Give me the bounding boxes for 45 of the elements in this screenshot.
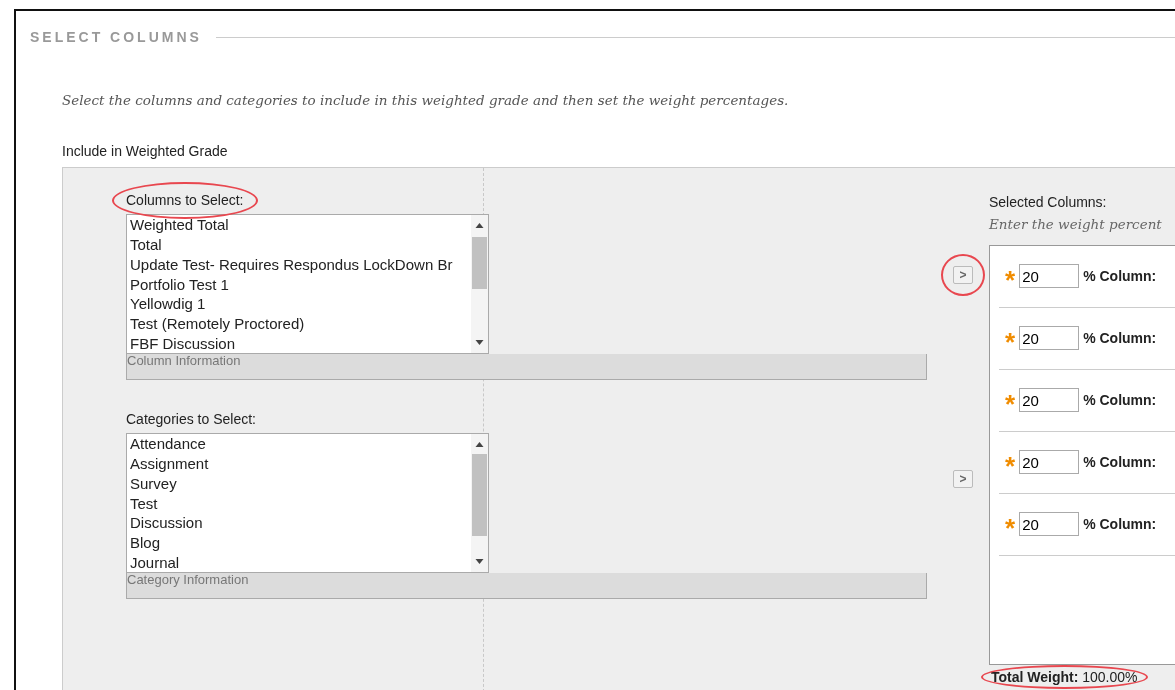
weight-field[interactable]: 20 xyxy=(1019,512,1080,536)
total-weight-text: Total Weight: 100.00% xyxy=(991,668,1138,685)
column-label: % Column: xyxy=(1083,328,1157,348)
list-item[interactable]: Weighted Total xyxy=(130,215,471,236)
list-label: Categories to Select: xyxy=(126,410,256,430)
list-item[interactable]: Test xyxy=(130,493,471,514)
list-item[interactable]: Yellowdig 1 xyxy=(130,294,471,315)
field-label: Include in Weighted Grade xyxy=(62,142,229,162)
column-label: % Column: xyxy=(1083,390,1157,410)
weight-field[interactable]: 20 xyxy=(1019,450,1080,474)
list-box[interactable]: Weighted Total Total Update Test- Requires Respondus LockDown Br Portfolio Test 1 Yellowdig 1 Test (Remotely Proctored) FBF Discussion xyxy=(126,214,489,355)
weight-field[interactable]: 20 xyxy=(1019,326,1080,350)
required-icon: * xyxy=(1005,515,1016,541)
weight-field[interactable]: 20 xyxy=(1019,264,1080,288)
list-item[interactable]: Total xyxy=(130,235,471,255)
required-icon: * xyxy=(1005,267,1016,293)
list-item[interactable]: Discussion xyxy=(130,513,471,534)
list-item[interactable]: Blog xyxy=(130,533,471,554)
scrollbar[interactable] xyxy=(471,215,488,354)
hint-text: Enter the weight percent xyxy=(989,215,1163,235)
required-icon: * xyxy=(1005,391,1016,417)
list-label: Columns to Select: xyxy=(126,191,244,211)
info-bar: Category Information xyxy=(126,573,927,600)
column-label: % Column: xyxy=(1083,452,1157,472)
weight-field[interactable]: 20 xyxy=(1019,388,1080,412)
list-item[interactable]: Attendance xyxy=(130,434,471,455)
column-label: % Column: xyxy=(1083,514,1157,534)
list-item[interactable]: Assignment xyxy=(130,454,471,474)
list-item[interactable]: Survey xyxy=(130,473,471,494)
required-icon: * xyxy=(1005,329,1016,355)
info-bar: Column Information xyxy=(126,354,927,381)
section-title: SELECT COLUMNS xyxy=(30,28,202,47)
required-icon: * xyxy=(1005,453,1016,479)
column-label: % Column: xyxy=(1083,266,1157,286)
instructions-text: Select the columns and categories to include in this weighted grade and then set the weight percentages. xyxy=(62,91,790,110)
list-item[interactable]: Journal xyxy=(130,553,471,573)
list-item[interactable]: Portfolio Test 1 xyxy=(130,274,471,295)
scrollbar[interactable] xyxy=(471,434,488,573)
list-item[interactable]: FBF Discussion xyxy=(130,334,471,354)
move-right-button[interactable]: > xyxy=(953,470,973,489)
move-right-button[interactable]: > xyxy=(953,266,973,285)
list-label: Selected Columns: xyxy=(989,193,1107,213)
list-item[interactable]: Update Test- Requires Respondus LockDown Br xyxy=(130,254,471,275)
list-box[interactable]: Attendance Assignment Survey Test Discussion Blog Journal xyxy=(126,433,489,574)
list-item[interactable]: Test (Remotely Proctored) xyxy=(130,314,471,335)
